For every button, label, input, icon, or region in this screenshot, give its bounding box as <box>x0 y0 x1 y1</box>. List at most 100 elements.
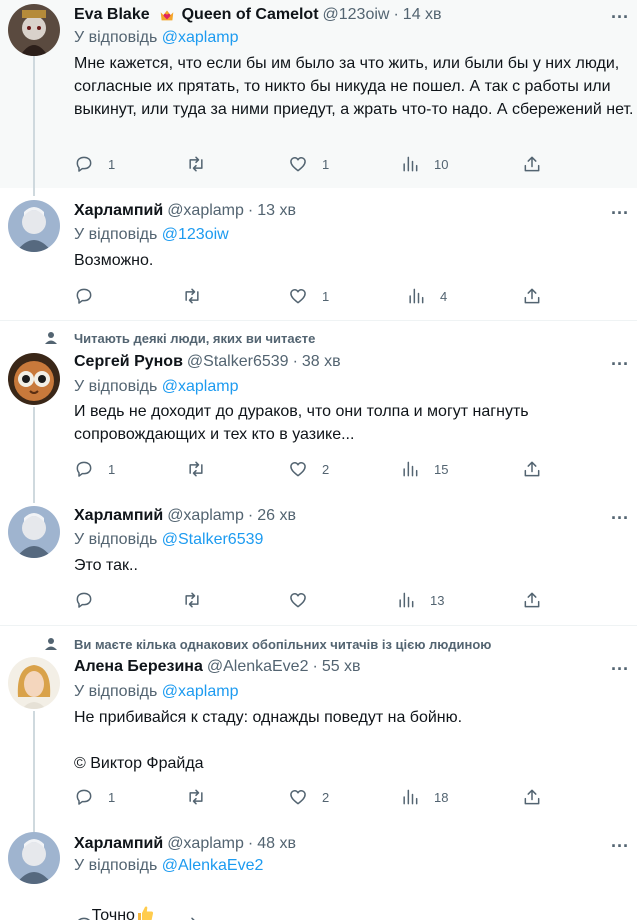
share-button[interactable] <box>522 589 542 611</box>
reply-icon <box>76 288 92 304</box>
tweet-eva-blake[interactable]: Eva Blake Queen of Camelot @123oiw · 14 … <box>0 0 637 188</box>
thread-line <box>33 56 35 196</box>
author-name[interactable]: Харлампий <box>74 507 163 525</box>
reply-prefix: У відповідь <box>74 683 158 700</box>
share-icon <box>524 461 540 477</box>
timestamp[interactable]: 38 хв <box>302 353 341 371</box>
retweet-button[interactable] <box>186 153 220 175</box>
share-icon <box>524 156 540 172</box>
reply-mention[interactable]: @123oiw <box>162 226 229 243</box>
author-handle[interactable]: @xaplamp <box>167 202 244 220</box>
reply-mention[interactable]: @AlenkaEve2 <box>162 857 264 874</box>
author-name[interactable]: Eva Blake <box>74 6 150 24</box>
views-icon <box>409 288 424 304</box>
share-button[interactable] <box>522 458 542 480</box>
reply-button[interactable]: 1 <box>74 786 115 808</box>
reply-button[interactable] <box>74 285 108 307</box>
reply-mention[interactable]: @xaplamp <box>162 683 239 700</box>
views-button[interactable]: 18 <box>400 786 448 808</box>
more-icon[interactable]: ··· <box>611 204 629 222</box>
more-icon[interactable]: ··· <box>611 8 629 26</box>
views-icon <box>399 592 414 608</box>
timestamp[interactable]: 26 хв <box>257 507 296 525</box>
views-button[interactable]: 10 <box>400 153 448 175</box>
separator-dot: · <box>393 6 399 23</box>
avatar[interactable] <box>8 353 60 405</box>
share-icon <box>524 789 540 805</box>
reply-mention[interactable]: @Stalker6539 <box>162 531 264 548</box>
timestamp[interactable]: 48 хв <box>257 835 296 853</box>
timestamp[interactable]: 14 хв <box>403 6 442 24</box>
tweet-xaplamp-3[interactable]: Харлампий @xaplamp · 48 хв ··· У відпові… <box>0 824 637 920</box>
retweet-button[interactable] <box>182 285 216 307</box>
views-button[interactable]: 13 <box>396 589 444 611</box>
tweet-xaplamp-2[interactable]: Харлампий @xaplamp · 26 хв ··· У відпові… <box>0 494 637 625</box>
reply-count: 1 <box>108 156 116 172</box>
tweet-header: Харлампий @xaplamp · 48 хв <box>74 833 296 855</box>
retweet-button[interactable] <box>186 786 220 808</box>
retweet-icon <box>185 288 199 304</box>
avatar[interactable] <box>8 832 60 884</box>
reply-count: 1 <box>108 789 116 805</box>
action-bar: 1 1 10 <box>74 153 554 175</box>
like-count: 1 <box>322 288 330 304</box>
reply-mention[interactable]: @xaplamp <box>162 29 239 46</box>
author-badge-name[interactable]: Queen of Camelot <box>182 6 319 24</box>
share-button[interactable] <box>522 786 542 808</box>
tweet-xaplamp-1[interactable]: Харлампий @xaplamp · 13 хв ··· У відпові… <box>0 188 637 320</box>
reply-button[interactable]: 1 <box>74 458 115 480</box>
like-button[interactable]: 2 <box>288 786 329 808</box>
like-button[interactable] <box>288 589 322 611</box>
separator-dot: · <box>247 507 254 524</box>
reply-button[interactable] <box>74 589 108 611</box>
author-name[interactable]: Харлампий <box>74 202 163 220</box>
views-button[interactable]: 4 <box>406 285 447 307</box>
reply-icon <box>76 156 92 172</box>
social-context: Читають деякі люди, яких ви читаєте <box>74 331 316 346</box>
like-button[interactable]: 1 <box>288 153 329 175</box>
reply-count: 1 <box>108 461 116 477</box>
more-icon[interactable]: ··· <box>611 837 629 855</box>
more-icon[interactable]: ··· <box>611 660 629 678</box>
share-icon <box>524 592 540 608</box>
tweet-text: Не прибивайся к стаду: однажды поведут н… <box>74 709 463 772</box>
tweet-alena-berezina[interactable]: Ви маєте кілька однакових обопільних чит… <box>0 626 637 824</box>
retweet-button[interactable] <box>182 914 202 920</box>
timestamp[interactable]: 13 хв <box>257 202 296 220</box>
avatar[interactable] <box>8 200 60 252</box>
more-icon[interactable]: ··· <box>611 355 629 373</box>
author-handle[interactable]: @AlenkaEve2 <box>207 658 309 676</box>
more-icon[interactable]: ··· <box>611 509 629 527</box>
tweet-header: Сергей Рунов @Stalker6539 · 38 хв <box>74 351 341 373</box>
author-handle[interactable]: @xaplamp <box>167 835 244 853</box>
action-bar <box>74 914 554 920</box>
author-name[interactable]: Сергей Рунов <box>74 353 183 371</box>
reply-prefix: У відповідь <box>74 857 158 874</box>
reply-button[interactable]: 1 <box>74 153 115 175</box>
reply-to: У відповідь @xaplamp <box>74 29 238 47</box>
author-name[interactable]: Алена Березина <box>74 658 203 676</box>
views-button[interactable]: 15 <box>400 458 448 480</box>
action-bar: 13 <box>74 589 554 611</box>
reply-prefix: У відповідь <box>74 531 158 548</box>
like-button[interactable]: 1 <box>288 285 329 307</box>
avatar[interactable] <box>8 506 60 558</box>
share-button[interactable] <box>522 285 542 307</box>
separator-dot: · <box>312 658 318 675</box>
share-button[interactable] <box>522 153 542 175</box>
author-name[interactable]: Харлампий <box>74 835 163 853</box>
reply-mention[interactable]: @xaplamp <box>162 378 239 395</box>
reply-button[interactable] <box>74 914 94 920</box>
retweet-button[interactable] <box>182 589 216 611</box>
author-handle[interactable]: @123oiw <box>323 6 390 24</box>
retweet-button[interactable] <box>186 458 220 480</box>
author-handle[interactable]: @xaplamp <box>167 507 244 525</box>
tweet-sergey-runov[interactable]: Читають деякі люди, яких ви читаєте Серг… <box>0 321 637 494</box>
author-handle[interactable]: @Stalker6539 <box>187 353 289 371</box>
thread-line <box>33 407 35 503</box>
avatar[interactable] <box>8 4 60 56</box>
timestamp[interactable]: 55 хв <box>322 658 361 676</box>
avatar[interactable] <box>8 657 60 709</box>
like-button[interactable]: 2 <box>288 458 329 480</box>
like-icon <box>290 157 306 172</box>
